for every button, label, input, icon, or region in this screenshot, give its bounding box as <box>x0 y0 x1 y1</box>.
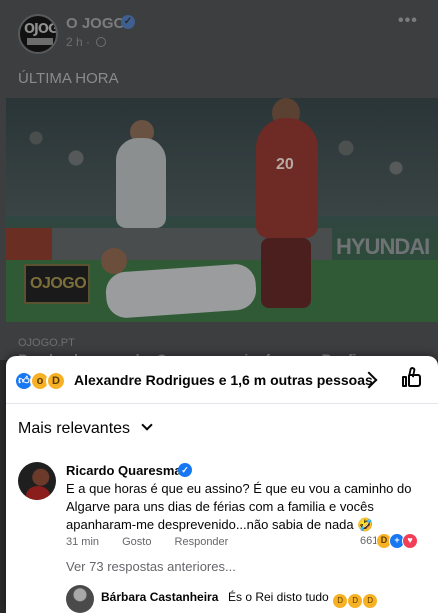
haha-icon: D <box>46 371 66 391</box>
shirt-number: 20 <box>276 156 294 173</box>
post-header: OJOGO O JOGO ✓ 2 h · ••• <box>0 0 438 62</box>
comments-sheet: 👍︎ o D Alexandre Rodrigues e 1,6 m outra… <box>6 356 438 613</box>
avatar[interactable] <box>66 585 94 613</box>
logo-text: OJOGO <box>24 22 58 37</box>
page-avatar[interactable]: OJOGO <box>18 14 58 54</box>
player-white-shirt <box>116 138 166 228</box>
ad-sponsor-text: HYUNDAI <box>336 234 430 259</box>
chevron-right-icon[interactable] <box>360 369 380 391</box>
haha-emoji-icon: D <box>333 594 348 608</box>
reactions-bar[interactable]: 👍︎ o D Alexandre Rodrigues e 1,6 m outra… <box>6 356 438 404</box>
reactions-summary[interactable]: Alexandre Rodrigues e 1,6 m outras pesso… <box>74 372 373 388</box>
sort-dropdown[interactable]: Mais relevantes <box>18 419 153 442</box>
avatar[interactable] <box>18 462 56 500</box>
photo-watermark: OJOGO <box>24 264 90 304</box>
love-icon: ♥ <box>402 533 418 549</box>
chevron-down-icon <box>140 419 153 431</box>
ad-board-red <box>6 228 52 260</box>
photo-crowd <box>6 98 438 216</box>
thumb-icon-part <box>408 374 421 387</box>
page-name[interactable]: O JOGO <box>66 15 125 32</box>
meta-separator: · <box>86 35 91 49</box>
post-meta: 2 h · <box>66 35 107 49</box>
reply-text-content: És o Rei disto tudo <box>228 590 329 604</box>
reply-author[interactable]: Bárbara Castanheira <box>101 590 218 604</box>
comment-like-button[interactable]: Gosto <box>122 536 151 548</box>
comment-reaction-icons[interactable]: D + ♥ <box>376 533 426 549</box>
haha-emoji-icon: D <box>363 594 378 608</box>
globe-icon <box>96 37 107 47</box>
player-red-shirt: 20 <box>256 118 318 238</box>
comment-actions: 31 min Gosto Responder <box>66 536 248 548</box>
verified-badge-icon: ✓ <box>178 463 192 477</box>
comment-text: E a que horas é que eu assino? É que eu … <box>66 481 412 532</box>
like-button[interactable] <box>398 366 424 393</box>
link-source: OJOGO.PT <box>18 337 75 349</box>
post-background: OJOGO O JOGO ✓ 2 h · ••• ÚLTIMA HORA HYU… <box>0 0 438 367</box>
logo-stripe <box>27 38 53 45</box>
sort-label: Mais relevantes <box>18 420 131 437</box>
watermark-text: OJOGO <box>30 275 87 292</box>
more-options-icon[interactable]: ••• <box>398 12 418 30</box>
view-previous-replies-link[interactable]: Ver 73 respostas anteriores... <box>66 559 236 574</box>
comment-time[interactable]: 31 min <box>66 536 99 548</box>
post-photo[interactable]: HYUNDAI 20 OJOGO <box>6 98 438 322</box>
thumb-icon-part <box>402 376 407 387</box>
verified-badge-icon: ✓ <box>121 15 135 29</box>
player-head <box>101 248 127 274</box>
comment-reply-button[interactable]: Responder <box>175 536 229 548</box>
player-legs <box>261 238 311 308</box>
reply-text: És o Rei disto tudo DDD <box>228 590 378 608</box>
reaction-icons: 👍︎ o D <box>14 371 70 391</box>
post-time[interactable]: 2 h <box>66 35 83 49</box>
comment-author[interactable]: Ricardo Quaresma <box>66 463 182 478</box>
haha-emoji-icon: D <box>348 594 363 608</box>
post-text: ÚLTIMA HORA <box>18 70 119 87</box>
